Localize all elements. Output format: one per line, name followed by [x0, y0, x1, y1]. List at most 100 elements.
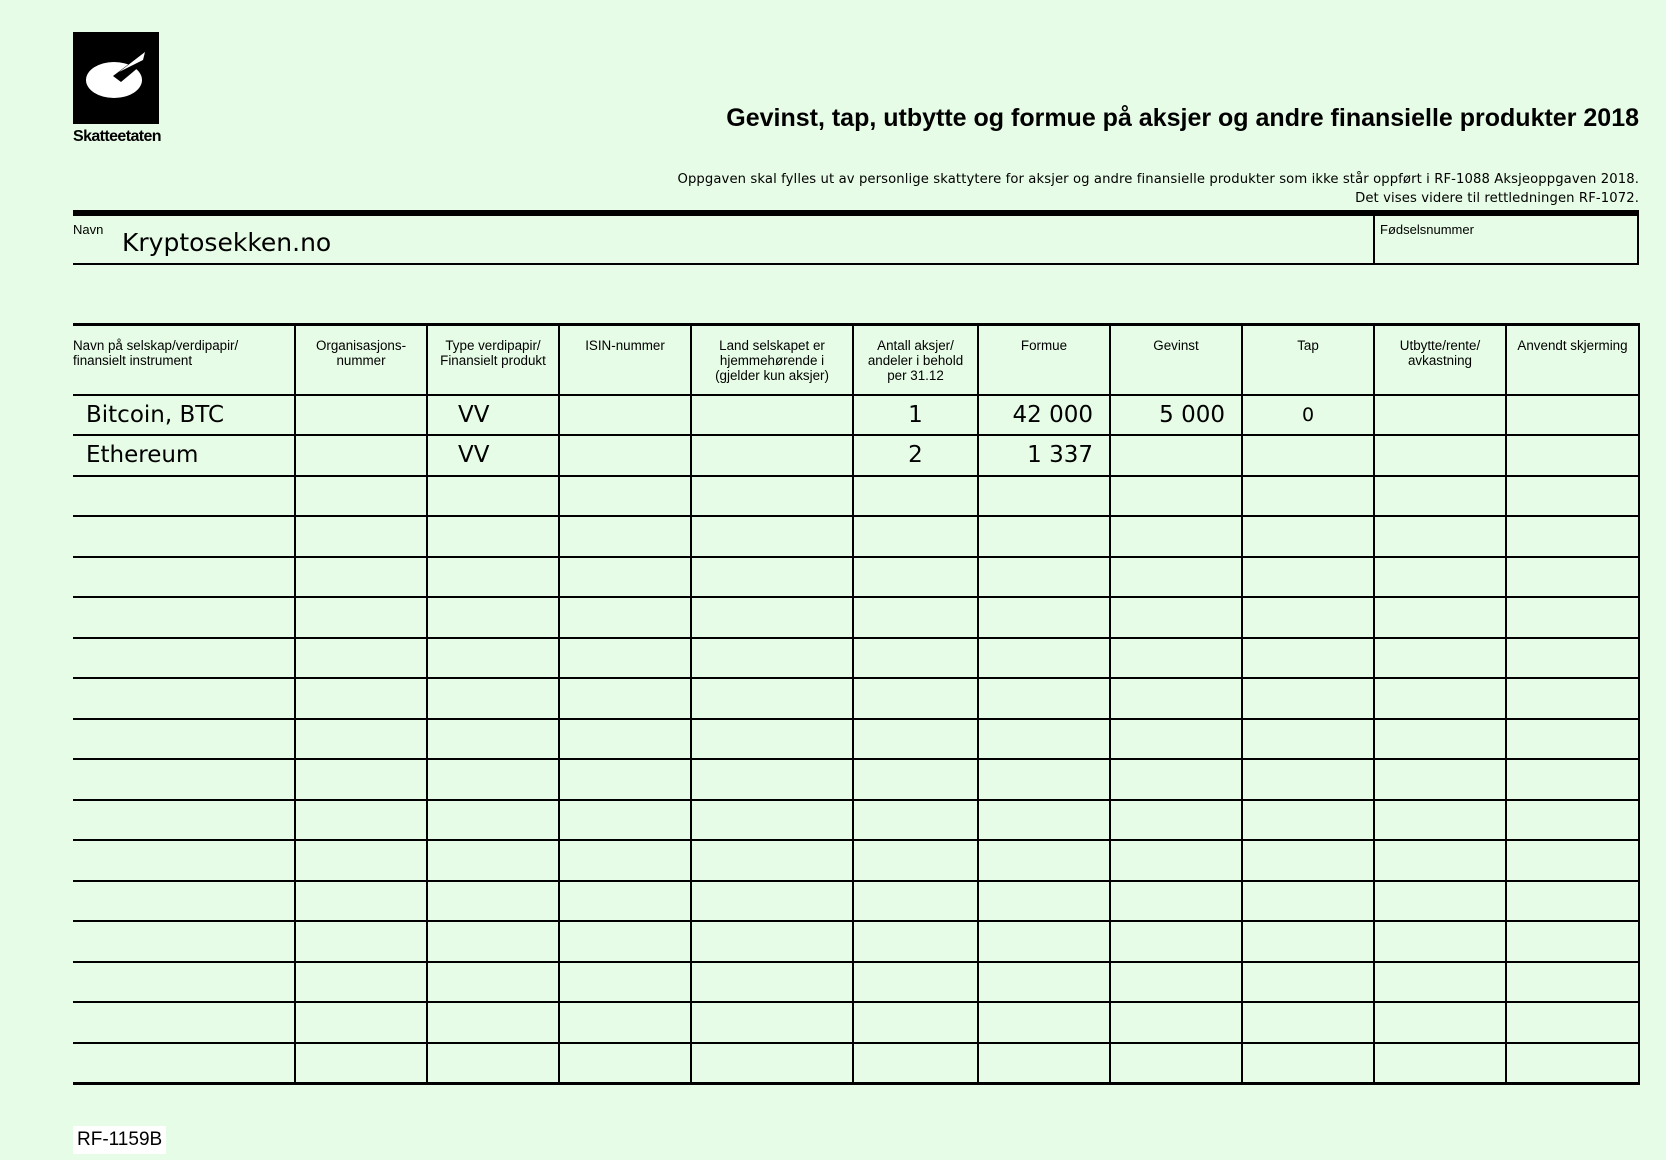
- cell-col-type[interactable]: [426, 717, 560, 760]
- cell-col-land[interactable]: [690, 920, 854, 963]
- cell-col-orgnr[interactable]: [294, 1001, 428, 1044]
- cell-col-tap[interactable]: [1241, 515, 1375, 558]
- cell-col-name[interactable]: [73, 1001, 296, 1044]
- cell-col-antall[interactable]: [852, 515, 979, 558]
- cell-col-orgnr[interactable]: [294, 515, 428, 558]
- cell-col-utbytte[interactable]: [1373, 555, 1507, 598]
- cell-col-skjerming[interactable]: [1505, 636, 1640, 679]
- cell-col-utbytte[interactable]: [1373, 393, 1507, 436]
- cell-col-utbytte[interactable]: [1373, 798, 1507, 841]
- cell-col-skjerming[interactable]: [1505, 596, 1640, 639]
- cell-col-name[interactable]: [73, 636, 296, 679]
- cell-col-name[interactable]: [73, 960, 296, 1003]
- cell-col-orgnr[interactable]: [294, 839, 428, 882]
- cell-col-name[interactable]: [73, 1041, 296, 1085]
- cell-col-type[interactable]: [426, 677, 560, 720]
- cell-col-orgnr[interactable]: [294, 393, 428, 436]
- cell-col-gevinst[interactable]: [1109, 1001, 1243, 1044]
- cell-col-tap[interactable]: [1241, 839, 1375, 882]
- cell-col-gevinst[interactable]: [1109, 798, 1243, 841]
- cell-col-land[interactable]: [690, 1041, 854, 1085]
- cell-col-antall[interactable]: [852, 1041, 979, 1085]
- cell-col-orgnr[interactable]: [294, 596, 428, 639]
- cell-col-gevinst[interactable]: [1109, 920, 1243, 963]
- cell-col-tap[interactable]: [1241, 1041, 1375, 1085]
- cell-col-type[interactable]: [426, 798, 560, 841]
- cell-col-formue[interactable]: 42 000: [977, 393, 1111, 436]
- cell-col-gevinst[interactable]: [1109, 555, 1243, 598]
- cell-col-gevinst[interactable]: [1109, 879, 1243, 922]
- cell-col-gevinst[interactable]: [1109, 596, 1243, 639]
- cell-col-isin[interactable]: [558, 879, 692, 922]
- cell-col-type[interactable]: [426, 515, 560, 558]
- cell-col-land[interactable]: [690, 515, 854, 558]
- cell-col-formue[interactable]: [977, 1001, 1111, 1044]
- cell-col-antall[interactable]: [852, 677, 979, 720]
- cell-col-utbytte[interactable]: [1373, 677, 1507, 720]
- cell-col-tap[interactable]: [1241, 596, 1375, 639]
- cell-col-name[interactable]: [73, 798, 296, 841]
- cell-col-gevinst[interactable]: [1109, 636, 1243, 679]
- cell-col-name[interactable]: [73, 596, 296, 639]
- cell-col-utbytte[interactable]: [1373, 1041, 1507, 1085]
- cell-col-name[interactable]: [73, 839, 296, 882]
- cell-col-gevinst[interactable]: [1109, 434, 1243, 477]
- cell-col-type[interactable]: [426, 758, 560, 801]
- cell-col-utbytte[interactable]: [1373, 434, 1507, 477]
- cell-col-tap[interactable]: [1241, 960, 1375, 1003]
- cell-col-type[interactable]: [426, 596, 560, 639]
- cell-col-skjerming[interactable]: [1505, 1001, 1640, 1044]
- cell-col-gevinst[interactable]: [1109, 677, 1243, 720]
- cell-col-formue[interactable]: [977, 636, 1111, 679]
- cell-col-antall[interactable]: [852, 879, 979, 922]
- cell-col-isin[interactable]: [558, 960, 692, 1003]
- cell-col-orgnr[interactable]: [294, 960, 428, 1003]
- name-field[interactable]: Kryptosekken.no: [122, 228, 331, 257]
- cell-col-formue[interactable]: [977, 758, 1111, 801]
- cell-col-formue[interactable]: [977, 879, 1111, 922]
- cell-col-name[interactable]: [73, 474, 296, 517]
- cell-col-antall[interactable]: [852, 1001, 979, 1044]
- cell-col-orgnr[interactable]: [294, 474, 428, 517]
- cell-col-utbytte[interactable]: [1373, 515, 1507, 558]
- cell-col-tap[interactable]: [1241, 758, 1375, 801]
- cell-col-isin[interactable]: [558, 758, 692, 801]
- cell-col-type[interactable]: [426, 879, 560, 922]
- cell-col-isin[interactable]: [558, 393, 692, 436]
- cell-col-formue[interactable]: [977, 717, 1111, 760]
- cell-col-skjerming[interactable]: [1505, 920, 1640, 963]
- cell-col-formue[interactable]: [977, 839, 1111, 882]
- cell-col-formue[interactable]: [977, 474, 1111, 517]
- cell-col-tap[interactable]: [1241, 717, 1375, 760]
- cell-col-utbytte[interactable]: [1373, 920, 1507, 963]
- cell-col-name[interactable]: Ethereum: [73, 434, 296, 477]
- cell-col-antall[interactable]: [852, 717, 979, 760]
- cell-col-skjerming[interactable]: [1505, 555, 1640, 598]
- cell-col-antall[interactable]: 1: [852, 393, 979, 436]
- cell-col-name[interactable]: Bitcoin, BTC: [73, 393, 296, 436]
- cell-col-formue[interactable]: [977, 920, 1111, 963]
- cell-col-isin[interactable]: [558, 839, 692, 882]
- cell-col-land[interactable]: [690, 798, 854, 841]
- cell-col-formue[interactable]: [977, 555, 1111, 598]
- cell-col-land[interactable]: [690, 717, 854, 760]
- cell-col-utbytte[interactable]: [1373, 960, 1507, 1003]
- cell-col-isin[interactable]: [558, 798, 692, 841]
- cell-col-orgnr[interactable]: [294, 879, 428, 922]
- cell-col-land[interactable]: [690, 393, 854, 436]
- cell-col-name[interactable]: [73, 920, 296, 963]
- cell-col-utbytte[interactable]: [1373, 474, 1507, 517]
- cell-col-antall[interactable]: [852, 839, 979, 882]
- cell-col-tap[interactable]: [1241, 879, 1375, 922]
- cell-col-land[interactable]: [690, 555, 854, 598]
- cell-col-orgnr[interactable]: [294, 798, 428, 841]
- cell-col-skjerming[interactable]: [1505, 758, 1640, 801]
- cell-col-gevinst[interactable]: [1109, 839, 1243, 882]
- cell-col-formue[interactable]: [977, 960, 1111, 1003]
- cell-col-skjerming[interactable]: [1505, 798, 1640, 841]
- cell-col-land[interactable]: [690, 596, 854, 639]
- cell-col-orgnr[interactable]: [294, 758, 428, 801]
- cell-col-isin[interactable]: [558, 474, 692, 517]
- cell-col-skjerming[interactable]: [1505, 434, 1640, 477]
- cell-col-formue[interactable]: [977, 798, 1111, 841]
